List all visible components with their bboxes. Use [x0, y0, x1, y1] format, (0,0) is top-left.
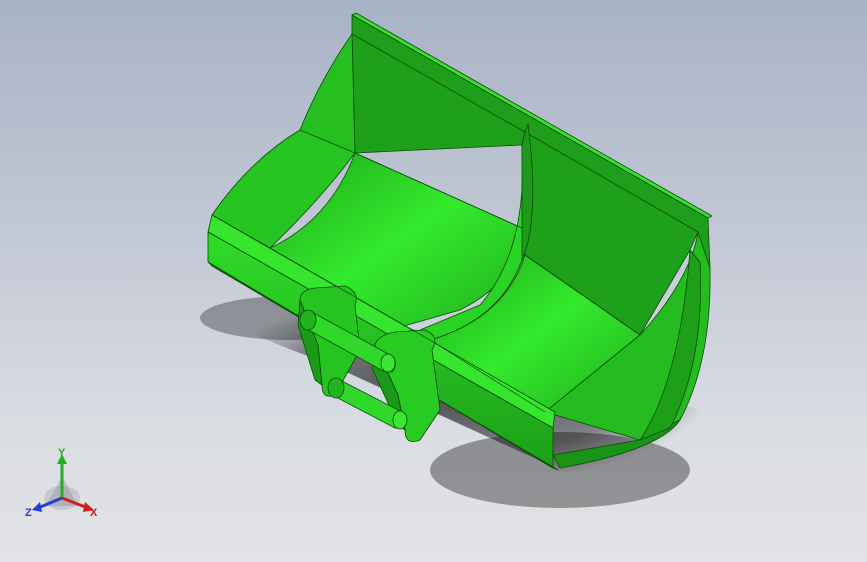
- y-axis-label: Y: [58, 447, 66, 459]
- z-axis-arrow-icon: [32, 502, 42, 512]
- x-axis-label: X: [90, 507, 98, 519]
- graphics-viewport[interactable]: Y X Z: [0, 0, 867, 562]
- orientation-triad: Y X Z: [25, 447, 98, 519]
- bucket-model[interactable]: [0, 0, 867, 562]
- z-axis-label: Z: [25, 507, 32, 519]
